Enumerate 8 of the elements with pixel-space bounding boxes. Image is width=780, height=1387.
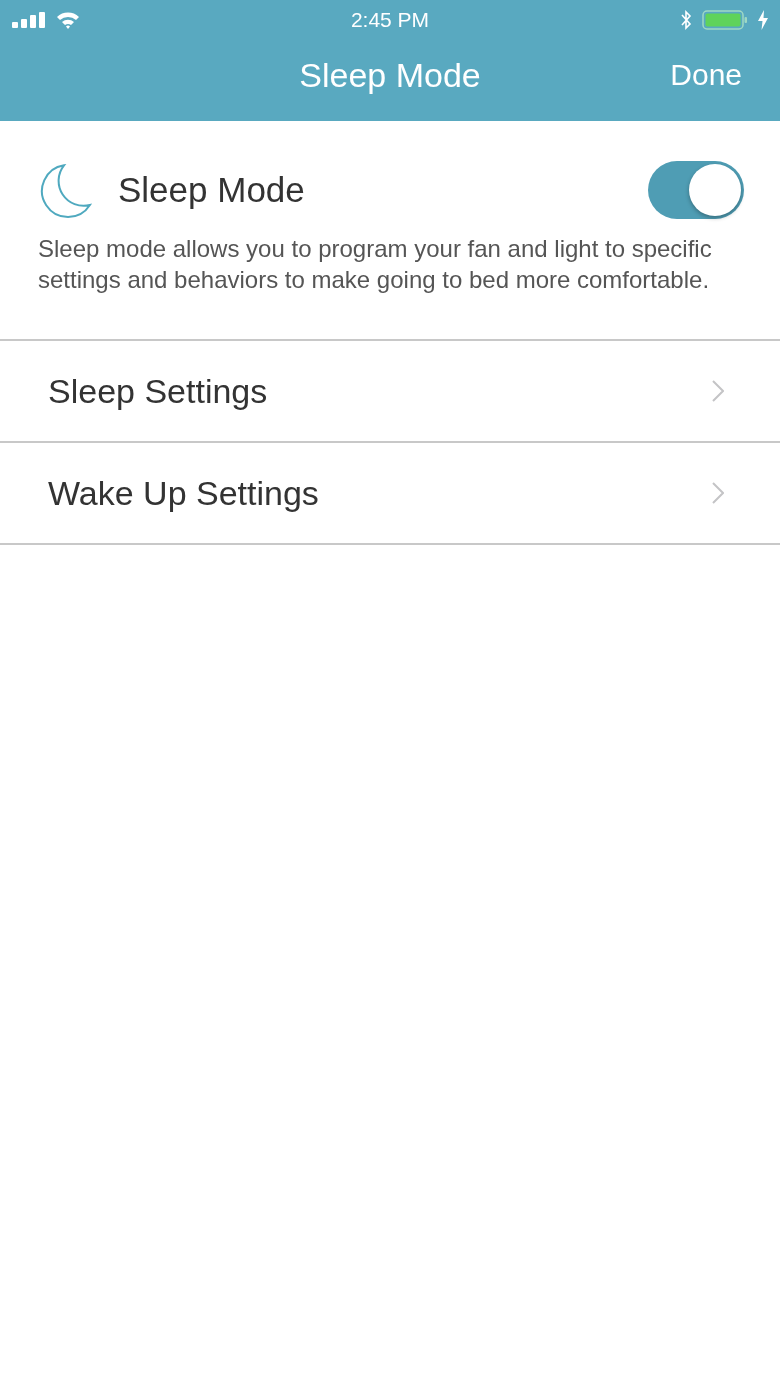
settings-row[interactable]: Wake Up Settings (0, 443, 780, 545)
sleep-mode-label: Sleep Mode (118, 170, 306, 210)
settings-row[interactable]: Sleep Settings (0, 341, 780, 443)
sleep-mode-description: Sleep mode allows you to program your fan and light to specific settings and behaviors to make going to bed more comfortable. (38, 234, 713, 295)
nav-title: Sleep Mode (299, 56, 481, 96)
status-time: 2:45 PM (350, 8, 430, 32)
settings-label: Sleep Settings (48, 371, 268, 411)
settings-label: Wake Up Settings (48, 473, 319, 513)
